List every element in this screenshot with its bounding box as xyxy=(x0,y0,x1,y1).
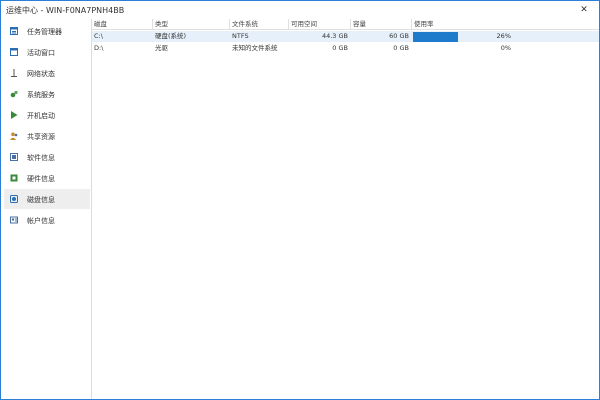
task-manager-icon xyxy=(10,27,18,35)
disk-icon xyxy=(10,195,18,203)
users-icon xyxy=(10,132,18,140)
table-row[interactable]: C:\ 硬盘(系统) NTFS 44.3 GB 60 GB 26% xyxy=(92,31,599,42)
window-icon xyxy=(10,48,18,56)
cell-disk: D:\ xyxy=(94,44,104,52)
cell-capacity: 0 GB xyxy=(393,44,409,52)
sidebar-item-label: 磁盘信息 xyxy=(27,196,55,204)
sidebar-item-disk-info[interactable]: 磁盘信息 xyxy=(4,189,90,209)
sidebar-item-system-services[interactable]: 系统服务 xyxy=(4,84,90,104)
account-icon xyxy=(10,216,18,224)
chip-icon xyxy=(10,174,18,182)
window-title: 运维中心 - WIN-F0NA7PNH4BB xyxy=(6,6,125,15)
sidebar-item-label: 系统服务 xyxy=(27,91,55,99)
play-icon xyxy=(10,111,18,119)
sidebar-item-label: 帐户信息 xyxy=(27,217,55,225)
usage-percent: 26% xyxy=(496,32,511,40)
column-header-free-space[interactable]: 可用空间 xyxy=(289,19,351,30)
column-header-disk[interactable]: 磁盘 xyxy=(92,19,153,30)
sidebar-item-software-info[interactable]: 软件信息 xyxy=(4,147,90,167)
sidebar-item-startup[interactable]: 开机启动 xyxy=(4,105,90,125)
sidebar-item-hardware-info[interactable]: 硬件信息 xyxy=(4,168,90,188)
gears-icon xyxy=(10,90,18,98)
cell-disk: C:\ xyxy=(94,32,103,40)
column-header-filesystem[interactable]: 文件系统 xyxy=(230,19,289,30)
software-icon xyxy=(10,153,18,161)
cell-capacity: 60 GB xyxy=(389,32,409,40)
usage-percent: 0% xyxy=(500,44,511,52)
sidebar-item-label: 共享资源 xyxy=(27,133,55,141)
sidebar-item-shared-resources[interactable]: 共享资源 xyxy=(4,126,90,146)
cell-free-space: 44.3 GB xyxy=(321,32,348,40)
cell-type: 硬盘(系统) xyxy=(155,32,187,40)
table-row[interactable]: D:\ 光驱 未知的文件系统 0 GB 0 GB 0% xyxy=(92,43,599,54)
column-header-type[interactable]: 类型 xyxy=(153,19,230,30)
cell-filesystem: 未知的文件系统 xyxy=(232,44,278,52)
cell-type: 光驱 xyxy=(155,44,168,52)
column-header-capacity[interactable]: 容量 xyxy=(351,19,412,30)
sidebar-item-label: 任务管理器 xyxy=(27,28,62,36)
sidebar-item-label: 硬件信息 xyxy=(27,175,55,183)
close-icon[interactable]: ✕ xyxy=(577,3,591,17)
sidebar-item-task-manager[interactable]: 任务管理器 xyxy=(4,21,90,41)
sidebar-item-label: 开机启动 xyxy=(27,112,55,120)
sidebar-item-account-info[interactable]: 帐户信息 xyxy=(4,210,90,230)
cell-free-space: 0 GB xyxy=(332,44,348,52)
sidebar-nav: 任务管理器 活动窗口 网络状态 系统服务 开机启动 共享资源 软件信息 硬件信息… xyxy=(1,19,92,399)
sidebar-item-active-windows[interactable]: 活动窗口 xyxy=(4,42,90,62)
title-bar[interactable]: 运维中心 - WIN-F0NA7PNH4BB ✕ xyxy=(1,1,599,19)
column-header-usage[interactable]: 使用率 xyxy=(412,19,599,30)
sidebar-item-label: 活动窗口 xyxy=(27,49,55,57)
disk-info-panel: 磁盘 类型 文件系统 可用空间 容量 使用率 C:\ 硬盘(系统) NTFS 4… xyxy=(92,19,599,399)
table-header: 磁盘 类型 文件系统 可用空间 容量 使用率 xyxy=(92,19,599,30)
app-window: 运维中心 - WIN-F0NA7PNH4BB ✕ 任务管理器 活动窗口 网络状态 xyxy=(0,0,600,400)
network-icon xyxy=(10,69,18,77)
cell-filesystem: NTFS xyxy=(232,32,249,40)
sidebar-item-label: 软件信息 xyxy=(27,154,55,162)
sidebar-item-label: 网络状态 xyxy=(27,70,55,78)
sidebar-item-network-status[interactable]: 网络状态 xyxy=(4,63,90,83)
